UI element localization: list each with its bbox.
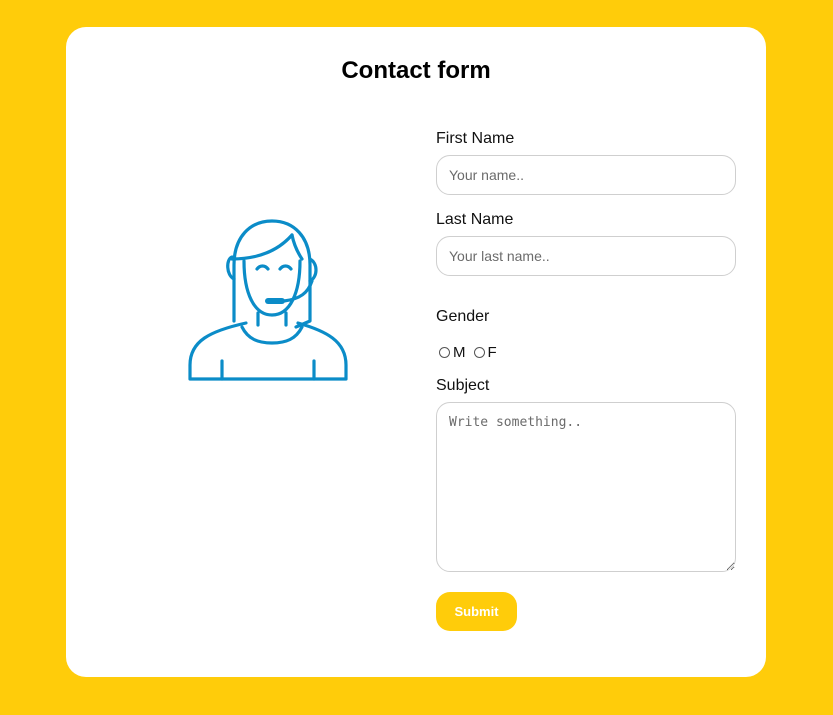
radio-f[interactable]	[473, 347, 485, 358]
contact-card: Contact form First Name Last Name Gender	[66, 27, 766, 677]
gender-option-m-label: M	[453, 344, 466, 361]
last-name-input[interactable]	[436, 236, 736, 276]
gender-label: Gender	[436, 308, 490, 325]
gender-option-f-label: F	[487, 344, 497, 361]
submit-button[interactable]: Submit	[436, 592, 517, 631]
radio-m[interactable]	[439, 347, 450, 358]
gender-option-f[interactable]: F	[473, 344, 497, 361]
gender-options: M F	[439, 344, 505, 361]
support-agent-icon	[188, 219, 348, 381]
last-name-label: Last Name	[436, 211, 514, 228]
subject-textarea[interactable]	[436, 402, 736, 572]
page-title: Contact form	[341, 57, 491, 84]
subject-label: Subject	[436, 377, 490, 394]
first-name-label: First Name	[436, 130, 515, 147]
gender-option-m[interactable]: M	[439, 344, 466, 361]
first-name-input[interactable]	[436, 155, 736, 195]
